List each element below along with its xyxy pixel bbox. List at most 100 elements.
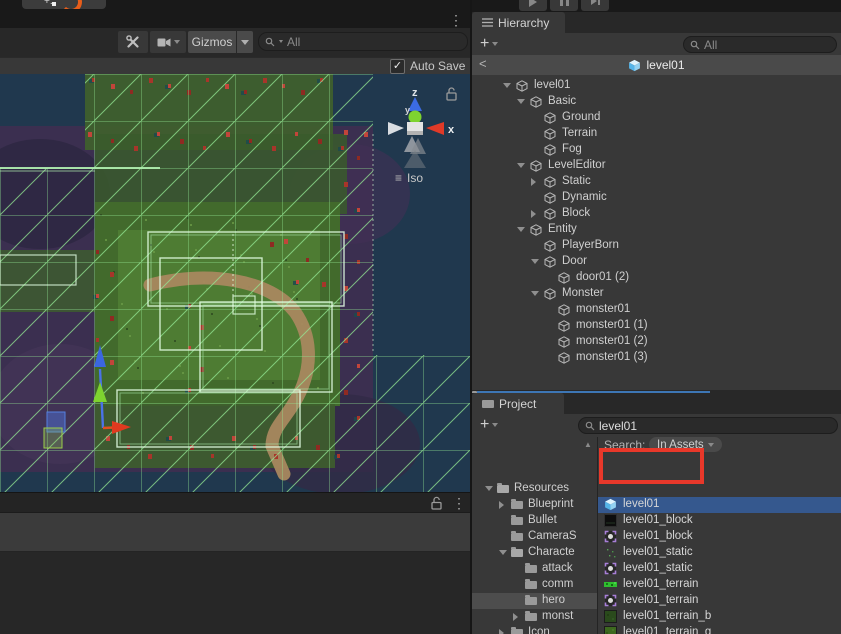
dots-texture-icon — [604, 546, 617, 559]
search-result-item[interactable]: level01_static — [598, 561, 841, 577]
hierarchy-item[interactable]: Door — [472, 254, 841, 270]
cube-icon — [544, 192, 556, 204]
hierarchy-item[interactable]: Terrain — [472, 126, 841, 142]
project-folder-item[interactable]: Blueprint — [472, 497, 597, 513]
project-folder-item[interactable]: Resources — [472, 481, 597, 497]
bottom-panel-body — [0, 552, 470, 634]
tools-button[interactable] — [118, 31, 148, 53]
expand-arrow-icon[interactable] — [531, 259, 539, 264]
hierarchy-item[interactable]: door01 (2) — [472, 270, 841, 286]
project-folder-item[interactable]: attack — [472, 561, 597, 577]
hierarchy-item[interactable]: Basic — [472, 94, 841, 110]
expand-arrow-icon[interactable] — [517, 227, 525, 232]
search-scope-label: Search: — [604, 438, 645, 452]
scene-search-input[interactable]: All — [258, 32, 468, 51]
cube-icon — [530, 96, 542, 108]
y-axis-ball[interactable] — [409, 111, 422, 124]
hierarchy-item-label: Dynamic — [562, 191, 607, 203]
search-result-item[interactable]: level01_block — [598, 529, 841, 545]
gizmos-button[interactable]: Gizmos — [188, 31, 236, 53]
more-options-icon[interactable]: ⋮ — [449, 13, 463, 27]
project-folder-item[interactable]: Icon — [472, 625, 597, 634]
folder-icon — [511, 517, 523, 525]
hierarchy-item[interactable]: Monster — [472, 286, 841, 302]
hierarchy-list-icon — [482, 18, 493, 27]
search-result-item[interactable]: level01_terrain_g — [598, 625, 841, 634]
expand-arrow-icon[interactable] — [517, 99, 525, 104]
hierarchy-search-input[interactable]: All — [683, 36, 837, 53]
search-result-item[interactable]: level01 — [598, 497, 841, 513]
play-button[interactable] — [519, 0, 547, 11]
hierarchy-item[interactable]: Ground — [472, 110, 841, 126]
expand-arrow-icon[interactable] — [531, 291, 539, 296]
bottom-panel-row[interactable] — [0, 512, 470, 534]
step-button[interactable] — [581, 0, 609, 11]
scene-view[interactable]: z y x ≡ Iso — [0, 74, 470, 492]
scene-camera-button[interactable] — [150, 31, 186, 53]
project-search-input[interactable]: level01 — [578, 417, 838, 434]
bottom-panel-row[interactable] — [0, 533, 470, 552]
purple-asset-icon — [604, 594, 617, 607]
cube-icon — [544, 176, 556, 188]
hierarchy-item[interactable]: Static — [472, 174, 841, 190]
expand-arrow-icon[interactable] — [499, 629, 504, 634]
hierarchy-item[interactable]: Dynamic — [472, 190, 841, 206]
hierarchy-item-label: Door — [562, 255, 587, 267]
hierarchy-item[interactable]: monster01 — [472, 302, 841, 318]
hierarchy-item[interactable]: monster01 (1) — [472, 318, 841, 334]
expand-arrow-icon[interactable] — [517, 163, 525, 168]
search-result-item[interactable]: level01_terrain — [598, 577, 841, 593]
search-results-header: Search: In Assets — [598, 437, 841, 453]
search-result-item[interactable]: level01_terrain — [598, 593, 841, 609]
project-folder-item[interactable]: CameraS — [472, 529, 597, 545]
expand-arrow-icon[interactable] — [499, 501, 504, 509]
plane-handle-green[interactable] — [44, 428, 62, 448]
expand-arrow-icon[interactable] — [531, 178, 536, 186]
tab-hierarchy[interactable]: Hierarchy — [472, 12, 565, 33]
iso-glyph: ≡ — [395, 171, 402, 185]
project-folder-item[interactable]: monst — [472, 609, 597, 625]
expand-arrow-icon[interactable] — [513, 613, 518, 621]
hierarchy-item[interactable]: monster01 (2) — [472, 334, 841, 350]
expand-arrow-icon[interactable] — [503, 83, 511, 88]
tab-project[interactable]: Project — [472, 393, 564, 414]
gizmos-dropdown-button[interactable] — [237, 31, 253, 53]
auto-save-checkbox[interactable]: ✓ — [390, 59, 405, 74]
unlock-icon[interactable] — [430, 496, 443, 510]
folder-label: CameraS — [528, 530, 577, 542]
project-folder-item[interactable]: Characte — [472, 545, 597, 561]
scope-value: In Assets — [657, 439, 704, 451]
search-scope-dropdown[interactable]: In Assets — [649, 437, 722, 452]
expand-arrow-icon[interactable] — [485, 486, 493, 491]
project-folder-item[interactable]: Bullet — [472, 513, 597, 529]
hierarchy-item[interactable]: monster01 (3) — [472, 350, 841, 366]
bottom-panel-kebab-icon[interactable]: ⋮ — [452, 496, 466, 510]
project-add-button[interactable]: + — [480, 416, 498, 434]
expand-arrow-icon[interactable] — [499, 550, 507, 555]
back-chevron-icon[interactable]: < — [479, 56, 487, 71]
search-result-item[interactable]: level01_static — [598, 545, 841, 561]
search-result-item[interactable]: level01_block — [598, 513, 841, 529]
cube-icon — [558, 352, 570, 364]
breadcrumb-title[interactable]: level01 — [646, 58, 684, 72]
hierarchy-item[interactable]: Block — [472, 206, 841, 222]
hierarchy-item-label: Ground — [562, 111, 600, 123]
cube-icon — [558, 336, 570, 348]
cube-icon — [530, 224, 542, 236]
hierarchy-item[interactable]: Entity — [472, 222, 841, 238]
hierarchy-add-button[interactable]: + — [480, 35, 498, 53]
hierarchy-item[interactable]: level01 — [472, 78, 841, 94]
project-folder-item[interactable]: hero — [472, 593, 597, 609]
scroll-up-arrow[interactable]: ▲ — [584, 440, 592, 449]
search-result-item[interactable]: level01_terrain_b — [598, 609, 841, 625]
hierarchy-item[interactable]: PlayerBorn — [472, 238, 841, 254]
green-sprite-icon — [604, 578, 617, 591]
expand-arrow-icon[interactable] — [531, 210, 536, 218]
purple-asset-icon — [604, 562, 617, 575]
project-folder-item[interactable]: comm — [472, 577, 597, 593]
unity-badge-button[interactable]: +. — [22, 0, 106, 9]
pause-button[interactable] — [550, 0, 578, 11]
hierarchy-item[interactable]: Fog — [472, 142, 841, 158]
hierarchy-item[interactable]: LevelEditor — [472, 158, 841, 174]
iso-label[interactable]: Iso — [407, 171, 423, 185]
